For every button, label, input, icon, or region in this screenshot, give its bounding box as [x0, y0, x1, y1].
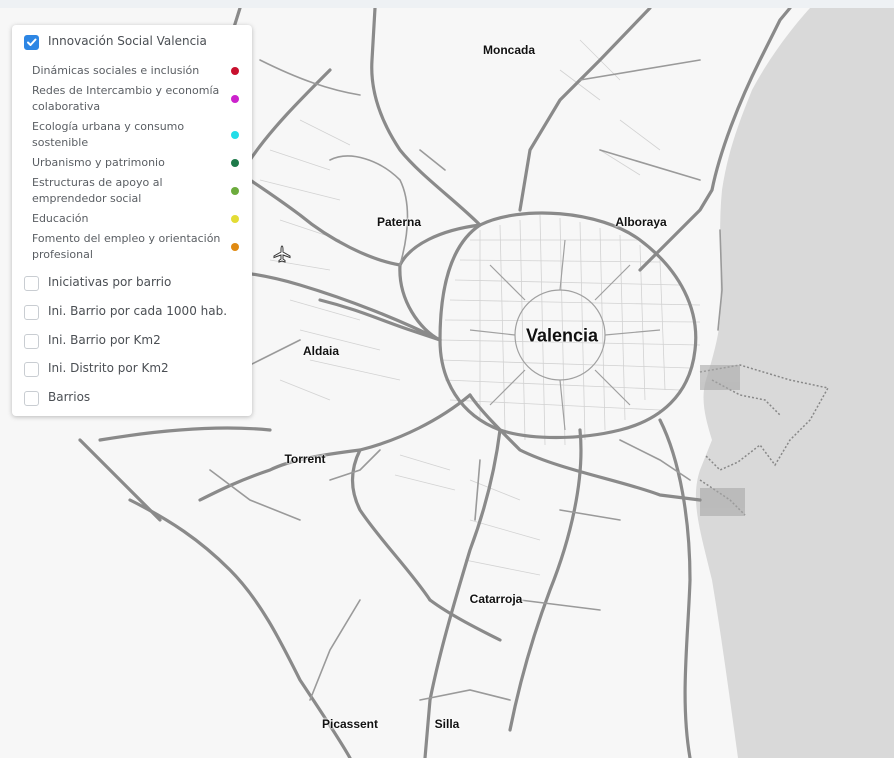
main-layer-checkbox[interactable]	[24, 35, 39, 50]
legend-item-label: Estructuras de apoyo al emprendedor soci…	[32, 176, 163, 205]
place-moncada: Moncada	[482, 43, 536, 57]
place-silla: Silla	[434, 717, 460, 731]
place-paterna: Paterna	[376, 215, 422, 229]
legend-item-label: Redes de Intercambio y economía colabora…	[32, 84, 220, 113]
layer-label: Ini. Barrio por Km2	[48, 333, 161, 347]
legend-item-label: Fomento del empleo y orientación profesi…	[32, 232, 221, 261]
layer-label: Ini. Barrio por cada 1000 hab.	[48, 304, 228, 318]
legend-color-dot	[231, 243, 239, 251]
legend-item-label: Dinámicas sociales e inclusión	[32, 64, 200, 77]
legend-color-dot	[231, 67, 239, 75]
place-picassent: Picassent	[321, 717, 379, 731]
layer-label: Iniciativas por barrio	[48, 275, 172, 289]
legend-color-dot	[231, 131, 239, 139]
top-bar	[0, 0, 894, 8]
layer-checkbox[interactable]	[24, 391, 39, 406]
place-valencia: Valencia	[525, 325, 599, 346]
legend-color-dot	[231, 159, 239, 167]
place-torrent: Torrent	[284, 452, 326, 466]
checkmark-icon	[27, 38, 37, 46]
place-catarroja: Catarroja	[469, 592, 523, 606]
legend-color-dot	[231, 215, 239, 223]
legend-color-dot	[231, 95, 239, 103]
place-aldaia: Aldaia	[302, 344, 340, 358]
layer-label: Ini. Distrito por Km2	[48, 361, 169, 375]
layer-label: Barrios	[48, 390, 91, 404]
legend-color-dot	[231, 187, 239, 195]
place-alboraya: Alboraya	[615, 215, 667, 229]
legend-item-label: Urbanismo y patrimonio	[32, 156, 165, 169]
airplane-icon	[273, 245, 291, 263]
legend-item-label: Educación	[32, 212, 89, 225]
layer-checkbox[interactable]	[24, 362, 39, 377]
main-layer-label: Innovación Social Valencia	[48, 34, 207, 48]
layer-checkbox[interactable]	[24, 334, 39, 349]
legend-item-label: Ecología urbana y consumo sostenible	[32, 120, 185, 149]
layer-checkbox[interactable]	[24, 305, 39, 320]
layer-checkbox[interactable]	[24, 276, 39, 291]
layer-control-panel: Innovación Social Valencia Dinámicas soc…	[12, 25, 252, 416]
